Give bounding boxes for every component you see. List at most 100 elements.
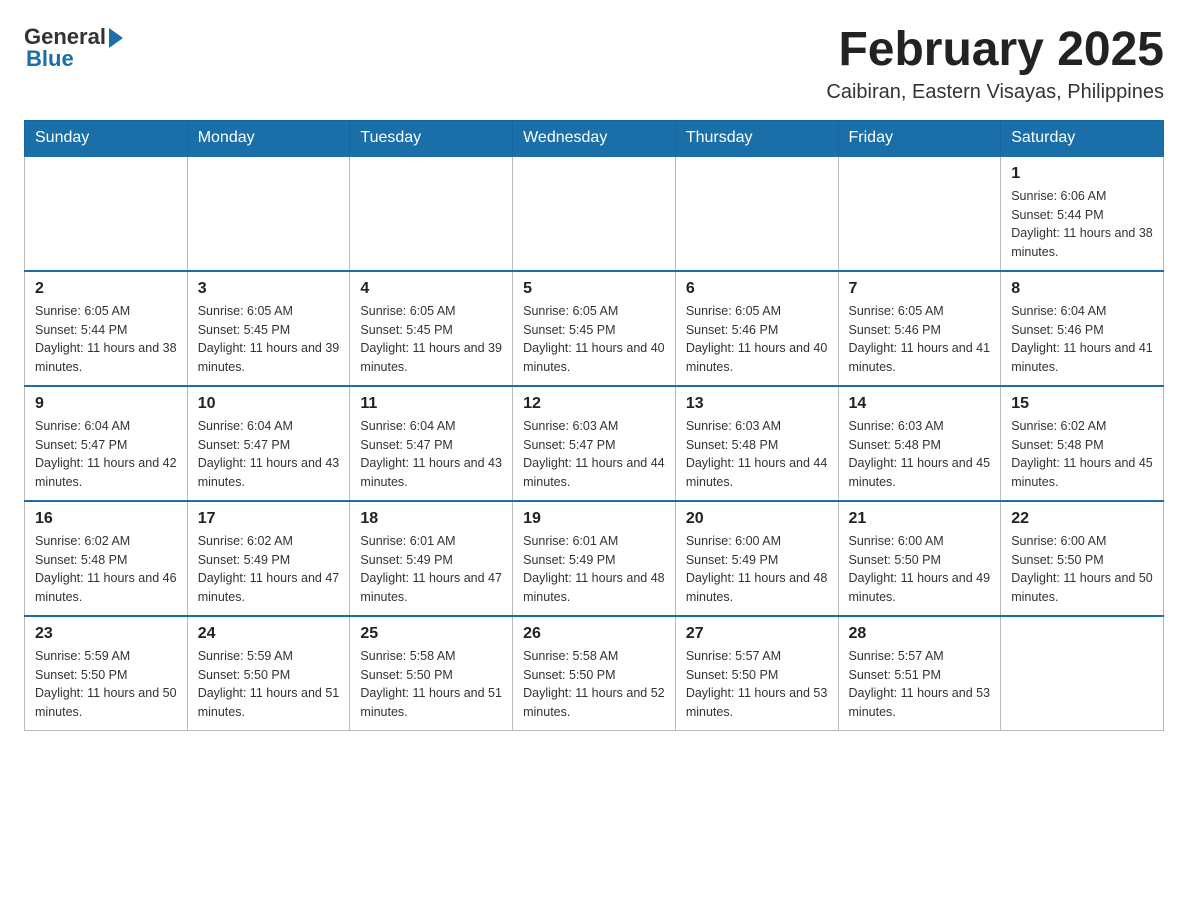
day-number: 9 — [35, 395, 177, 413]
day-number: 25 — [360, 625, 502, 643]
calendar-cell: 16 Sunrise: 6:02 AMSunset: 5:48 PMDayligh… — [25, 501, 188, 616]
weekday-header-tuesday: Tuesday — [350, 120, 513, 156]
day-info: Sunrise: 5:57 AMSunset: 5:50 PMDaylight:… — [686, 647, 828, 722]
day-info: Sunrise: 5:59 AMSunset: 5:50 PMDaylight:… — [198, 647, 340, 722]
calendar-cell: 21 Sunrise: 6:00 AMSunset: 5:50 PMDayligh… — [838, 501, 1001, 616]
calendar-cell — [513, 156, 676, 271]
day-info: Sunrise: 5:58 AMSunset: 5:50 PMDaylight:… — [360, 647, 502, 722]
calendar-cell: 7 Sunrise: 6:05 AMSunset: 5:46 PMDaylight… — [838, 271, 1001, 386]
day-number: 5 — [523, 280, 665, 298]
calendar-cell: 28Sunrise: 5:57 AMSunset: 5:51 PMDayligh… — [838, 616, 1001, 731]
day-info: Sunrise: 6:04 AMSunset: 5:46 PMDaylight:… — [1011, 302, 1153, 377]
calendar-week-row: 1Sunrise: 6:06 AMSunset: 5:44 PMDaylight… — [25, 156, 1164, 271]
month-title: February 2025 — [826, 24, 1164, 77]
day-info: Sunrise: 6:04 AMSunset: 5:47 PMDaylight:… — [198, 417, 340, 492]
day-number: 16 — [35, 510, 177, 528]
weekday-header-friday: Friday — [838, 120, 1001, 156]
day-info: Sunrise: 6:03 AMSunset: 5:47 PMDaylight:… — [523, 417, 665, 492]
day-number: 20 — [686, 510, 828, 528]
logo-arrow-icon — [109, 28, 123, 48]
calendar-cell: 14 Sunrise: 6:03 AMSunset: 5:48 PMDayligh… — [838, 386, 1001, 501]
calendar-cell: 17 Sunrise: 6:02 AMSunset: 5:49 PMDayligh… — [187, 501, 350, 616]
day-info: Sunrise: 5:59 AMSunset: 5:50 PMDaylight:… — [35, 647, 177, 722]
weekday-header-saturday: Saturday — [1001, 120, 1164, 156]
day-info: Sunrise: 6:02 AMSunset: 5:49 PMDaylight:… — [198, 532, 340, 607]
day-info: Sunrise: 6:03 AMSunset: 5:48 PMDaylight:… — [686, 417, 828, 492]
day-info: Sunrise: 6:04 AMSunset: 5:47 PMDaylight:… — [35, 417, 177, 492]
calendar-cell: 4 Sunrise: 6:05 AMSunset: 5:45 PMDaylight… — [350, 271, 513, 386]
calendar-cell: 24 Sunrise: 5:59 AMSunset: 5:50 PMDayligh… — [187, 616, 350, 731]
calendar-cell: 15 Sunrise: 6:02 AMSunset: 5:48 PMDayligh… — [1001, 386, 1164, 501]
logo: General Blue — [24, 24, 123, 72]
day-number: 28 — [849, 625, 991, 643]
calendar-cell: 22 Sunrise: 6:00 AMSunset: 5:50 PMDayligh… — [1001, 501, 1164, 616]
day-info: Sunrise: 6:02 AMSunset: 5:48 PMDaylight:… — [1011, 417, 1153, 492]
day-info: Sunrise: 6:02 AMSunset: 5:48 PMDaylight:… — [35, 532, 177, 607]
day-number: 14 — [849, 395, 991, 413]
day-number: 23 — [35, 625, 177, 643]
day-number: 11 — [360, 395, 502, 413]
calendar-cell: 10 Sunrise: 6:04 AMSunset: 5:47 PMDayligh… — [187, 386, 350, 501]
day-number: 4 — [360, 280, 502, 298]
day-number: 22 — [1011, 510, 1153, 528]
calendar-week-row: 16 Sunrise: 6:02 AMSunset: 5:48 PMDayligh… — [25, 501, 1164, 616]
calendar-cell: 1Sunrise: 6:06 AMSunset: 5:44 PMDaylight… — [1001, 156, 1164, 271]
day-number: 8 — [1011, 280, 1153, 298]
day-info: Sunrise: 6:01 AMSunset: 5:49 PMDaylight:… — [360, 532, 502, 607]
day-info: Sunrise: 6:00 AMSunset: 5:49 PMDaylight:… — [686, 532, 828, 607]
calendar-cell: 12 Sunrise: 6:03 AMSunset: 5:47 PMDayligh… — [513, 386, 676, 501]
calendar-week-row: 2 Sunrise: 6:05 AMSunset: 5:44 PMDaylight… — [25, 271, 1164, 386]
weekday-header-thursday: Thursday — [675, 120, 838, 156]
day-info: Sunrise: 6:00 AMSunset: 5:50 PMDaylight:… — [849, 532, 991, 607]
calendar-cell: 19 Sunrise: 6:01 AMSunset: 5:49 PMDayligh… — [513, 501, 676, 616]
day-info: Sunrise: 6:04 AMSunset: 5:47 PMDaylight:… — [360, 417, 502, 492]
weekday-header-wednesday: Wednesday — [513, 120, 676, 156]
day-number: 10 — [198, 395, 340, 413]
day-number: 21 — [849, 510, 991, 528]
day-number: 24 — [198, 625, 340, 643]
calendar-cell — [187, 156, 350, 271]
day-info: Sunrise: 5:58 AMSunset: 5:50 PMDaylight:… — [523, 647, 665, 722]
calendar-week-row: 23 Sunrise: 5:59 AMSunset: 5:50 PMDayligh… — [25, 616, 1164, 731]
calendar-cell: 9 Sunrise: 6:04 AMSunset: 5:47 PMDaylight… — [25, 386, 188, 501]
day-info: Sunrise: 6:03 AMSunset: 5:48 PMDaylight:… — [849, 417, 991, 492]
calendar-cell: 3Sunrise: 6:05 AMSunset: 5:45 PMDaylight… — [187, 271, 350, 386]
day-number: 2 — [35, 280, 177, 298]
day-info: Sunrise: 6:00 AMSunset: 5:50 PMDaylight:… — [1011, 532, 1153, 607]
day-number: 18 — [360, 510, 502, 528]
calendar-cell: 6 Sunrise: 6:05 AMSunset: 5:46 PMDaylight… — [675, 271, 838, 386]
calendar-header-row: SundayMondayTuesdayWednesdayThursdayFrid… — [25, 120, 1164, 156]
calendar-cell: 2 Sunrise: 6:05 AMSunset: 5:44 PMDaylight… — [25, 271, 188, 386]
day-number: 6 — [686, 280, 828, 298]
calendar-cell: 23 Sunrise: 5:59 AMSunset: 5:50 PMDayligh… — [25, 616, 188, 731]
day-info: Sunrise: 6:01 AMSunset: 5:49 PMDaylight:… — [523, 532, 665, 607]
day-info: Sunrise: 6:05 AMSunset: 5:46 PMDaylight:… — [686, 302, 828, 377]
calendar-cell: 25 Sunrise: 5:58 AMSunset: 5:50 PMDayligh… — [350, 616, 513, 731]
weekday-header-monday: Monday — [187, 120, 350, 156]
day-number: 7 — [849, 280, 991, 298]
day-info: Sunrise: 6:05 AMSunset: 5:44 PMDaylight:… — [35, 302, 177, 377]
calendar-cell: 26 Sunrise: 5:58 AMSunset: 5:50 PMDayligh… — [513, 616, 676, 731]
day-number: 3 — [198, 280, 340, 298]
day-info: Sunrise: 6:05 AMSunset: 5:46 PMDaylight:… — [849, 302, 991, 377]
calendar-cell: 27 Sunrise: 5:57 AMSunset: 5:50 PMDayligh… — [675, 616, 838, 731]
calendar-cell: 20 Sunrise: 6:00 AMSunset: 5:49 PMDayligh… — [675, 501, 838, 616]
day-number: 15 — [1011, 395, 1153, 413]
day-info: Sunrise: 6:05 AMSunset: 5:45 PMDaylight:… — [360, 302, 502, 377]
page-header: General Blue February 2025 Caibiran, Eas… — [24, 24, 1164, 104]
calendar-cell — [25, 156, 188, 271]
day-number: 27 — [686, 625, 828, 643]
day-number: 19 — [523, 510, 665, 528]
day-number: 12 — [523, 395, 665, 413]
calendar-cell: 18 Sunrise: 6:01 AMSunset: 5:49 PMDayligh… — [350, 501, 513, 616]
logo-blue-text: Blue — [24, 46, 74, 72]
calendar-cell: 11 Sunrise: 6:04 AMSunset: 5:47 PMDayligh… — [350, 386, 513, 501]
calendar-cell — [350, 156, 513, 271]
day-number: 17 — [198, 510, 340, 528]
day-number: 26 — [523, 625, 665, 643]
calendar-cell: 5 Sunrise: 6:05 AMSunset: 5:45 PMDaylight… — [513, 271, 676, 386]
day-number: 13 — [686, 395, 828, 413]
calendar-cell: 8 Sunrise: 6:04 AMSunset: 5:46 PMDaylight… — [1001, 271, 1164, 386]
day-info: Sunrise: 6:05 AMSunset: 5:45 PMDaylight:… — [523, 302, 665, 377]
day-info: Sunrise: 6:06 AMSunset: 5:44 PMDaylight:… — [1011, 187, 1153, 262]
